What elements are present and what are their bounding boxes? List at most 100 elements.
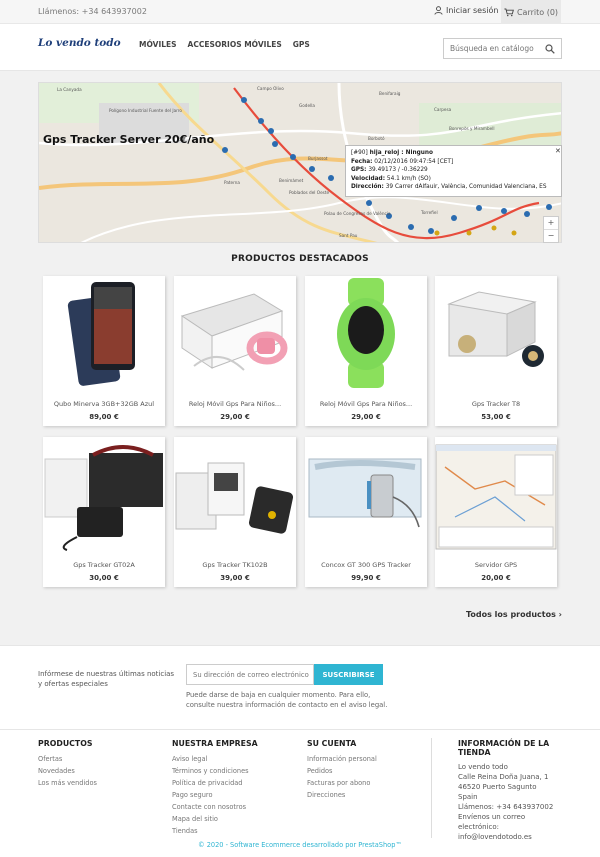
footer-link[interactable]: Pago seguro: [172, 789, 258, 801]
map-label: Paterna: [224, 180, 240, 185]
featured-title: PRODUCTOS DESTACADOS: [231, 254, 369, 264]
store-phone: Llámenos: +34 643937002: [458, 803, 554, 811]
cart-button[interactable]: Carrito (0): [501, 0, 561, 24]
login-link[interactable]: Iniciar sesión: [434, 6, 498, 15]
map-label: Bonrepòs y Mirambell: [449, 126, 495, 131]
footer-heading: SU CUENTA: [307, 739, 357, 748]
map-label: Polígono Industrial Fuente del Jarro: [109, 108, 182, 113]
footer-heading: PRODUCTOS: [38, 739, 93, 748]
map-label: Sant Pau: [339, 233, 358, 238]
login-label: Iniciar sesión: [446, 6, 499, 15]
product-card[interactable]: Gps Tracker T8 53,00 €: [435, 276, 557, 426]
product-image: [174, 276, 296, 390]
product-image: [435, 437, 557, 551]
product-name[interactable]: Gps Tracker TK102B: [178, 561, 292, 569]
product-name[interactable]: Reloj Móvil Gps Para Niños...: [178, 400, 292, 408]
product-card[interactable]: Concox GT 300 GPS Tracker 99,90 €: [305, 437, 427, 587]
velocidad-label: Velocidad:: [351, 175, 386, 182]
product-price: 29,00 €: [220, 413, 250, 421]
footer-link[interactable]: Ofertas: [38, 753, 97, 765]
copyright[interactable]: © 2020 - Software Ecommerce desarrollado…: [0, 841, 600, 849]
product-name[interactable]: Reloj Móvil Gps Para Niños...: [309, 400, 423, 408]
product-image: [43, 437, 165, 551]
product-price: 99,90 €: [351, 574, 381, 582]
nav-item-moviles[interactable]: MÓVILES: [139, 40, 177, 49]
all-products-label: Todos los productos: [466, 610, 556, 619]
footer-link[interactable]: Aviso legal: [172, 753, 258, 765]
contact-phone: Llámenos: +34 643937002: [38, 7, 147, 16]
product-name[interactable]: Servidor GPS: [439, 561, 553, 569]
top-bar: Llámenos: +34 643937002 Iniciar sesión C…: [0, 0, 600, 24]
footer-divider: [431, 738, 432, 838]
cart-icon: [504, 8, 514, 16]
footer-link[interactable]: Novedades: [38, 765, 97, 777]
map-label: La Canyada: [57, 87, 82, 92]
close-icon[interactable]: ✕: [555, 147, 561, 155]
map-label: Benimàmet: [279, 178, 304, 183]
newsletter-note: Puede darse de baja en cualquier momento…: [186, 691, 388, 709]
site-logo[interactable]: Lo vendo todo: [38, 37, 121, 49]
search-box: [443, 38, 562, 59]
store-address: Calle Reina Doña Juana, 1: [458, 773, 549, 781]
footer-link[interactable]: Información personal: [307, 753, 377, 765]
newsletter-email-input[interactable]: [186, 664, 314, 685]
store-email-label: Envíenos un correo electrónico:: [458, 813, 526, 831]
search-input[interactable]: [444, 39, 540, 58]
cart-label: Carrito (0): [516, 7, 559, 17]
device-name: hija_reloj : Ninguno: [369, 150, 433, 156]
chevron-right-icon: ›: [558, 610, 562, 619]
product-card[interactable]: Qubo Minerva 3GB+32GB Azul 89,00 €: [43, 276, 165, 426]
zoom-out-icon[interactable]: −: [544, 229, 558, 242]
user-icon: [434, 6, 443, 15]
product-name[interactable]: Gps Tracker T8: [439, 400, 553, 408]
map-label: Borbotó: [368, 136, 385, 141]
direccion-label: Dirección:: [351, 184, 384, 191]
banner-title: Gps Tracker Server 20€/año: [43, 133, 215, 146]
product-card[interactable]: Reloj Móvil Gps Para Niños... 29,00 €: [305, 276, 427, 426]
store-name: Lo vendo todo: [458, 763, 508, 771]
product-name[interactable]: Concox GT 300 GPS Tracker: [309, 561, 423, 569]
product-name[interactable]: Gps Tracker GT02A: [47, 561, 161, 569]
footer-link[interactable]: Términos y condiciones: [172, 765, 258, 777]
footer-link[interactable]: Facturas por abono: [307, 777, 377, 789]
product-card[interactable]: Gps Tracker GT02A 30,00 €: [43, 437, 165, 587]
device-id: [#90]: [351, 150, 368, 156]
footer-link[interactable]: Pedidos: [307, 765, 377, 777]
nav-item-accesorios[interactable]: ACCESORIOS MÓVILES: [188, 40, 282, 49]
product-card[interactable]: Reloj Móvil Gps Para Niños... 29,00 €: [174, 276, 296, 426]
product-image: [174, 437, 296, 551]
main-nav: MÓVILES ACCESORIOS MÓVILES GPS: [139, 40, 310, 49]
product-image: [305, 437, 427, 551]
map-label: Godella: [299, 103, 315, 108]
footer-link[interactable]: Mapa del sitio: [172, 813, 258, 825]
footer-link[interactable]: Los más vendidos: [38, 777, 97, 789]
product-price: 39,00 €: [220, 574, 250, 582]
product-name[interactable]: Qubo Minerva 3GB+32GB Azul: [47, 400, 161, 408]
nav-item-gps[interactable]: GPS: [293, 40, 310, 49]
all-products-link[interactable]: Todos los productos ›: [466, 610, 562, 619]
fecha-value: 02/12/2016 09:47:54 [CET]: [374, 158, 454, 165]
product-card[interactable]: Servidor GPS 20,00 €: [435, 437, 557, 587]
subscribe-button[interactable]: SUSCRIBIRSE: [314, 664, 383, 685]
zoom-in-icon[interactable]: +: [544, 217, 558, 229]
chevron-right-icon[interactable]: ›: [546, 159, 552, 175]
footer-heading: NUESTRA EMPRESA: [172, 739, 258, 748]
map-label: Torrefiel: [420, 210, 438, 215]
footer-heading: INFORMACIÓN DE LA TIENDA: [458, 739, 550, 757]
product-card[interactable]: Gps Tracker TK102B 39,00 €: [174, 437, 296, 587]
footer-company-column: NUESTRA EMPRESA Aviso legal Términos y c…: [172, 739, 258, 837]
footer-link[interactable]: Tiendas: [172, 825, 258, 837]
product-price: 89,00 €: [89, 413, 119, 421]
map-label: Burjassot: [308, 156, 328, 161]
footer-store-column: INFORMACIÓN DE LA TIENDA Lo vendo todo C…: [458, 739, 568, 842]
direccion-value: 39 Carrer dAlfauir, València, Comunidad …: [385, 184, 547, 191]
product-image: [435, 276, 557, 390]
product-price: 29,00 €: [351, 413, 381, 421]
footer-link[interactable]: Política de privacidad: [172, 777, 258, 789]
product-price: 30,00 €: [89, 574, 119, 582]
footer-link[interactable]: Contacte con nosotros: [172, 801, 258, 813]
footer-link[interactable]: Direcciones: [307, 789, 377, 801]
map-label: Poblados del Oeste: [289, 190, 329, 195]
footer-products-column: PRODUCTOS Ofertas Novedades Los más vend…: [38, 739, 97, 789]
search-icon[interactable]: [545, 44, 555, 54]
